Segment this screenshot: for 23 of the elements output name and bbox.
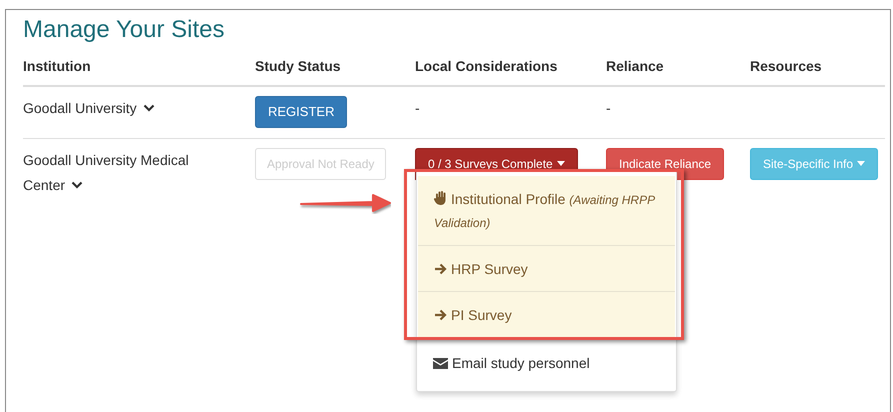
institution-name[interactable]: Goodall University <box>23 96 231 121</box>
empty-value: - <box>606 100 611 116</box>
arrow-right-icon <box>434 263 447 275</box>
column-header: Study Status <box>255 58 341 74</box>
caret-icon <box>556 161 565 166</box>
menu-item[interactable]: PI Survey <box>418 292 675 337</box>
empty-value: - <box>415 100 420 116</box>
hand-icon <box>434 191 447 205</box>
arrow-right-icon <box>434 309 447 321</box>
register-button[interactable]: REGISTER <box>255 96 348 128</box>
menu-item[interactable]: HRP Survey <box>418 246 675 292</box>
caret-icon <box>857 161 866 166</box>
menu-item[interactable]: Institutional Profile (Awaiting HRPP Validation) <box>418 176 675 246</box>
chevron-down-icon <box>142 104 155 112</box>
chevron-down-icon <box>71 181 84 189</box>
column-header: Local Considerations <box>415 58 558 74</box>
column-header: Institution <box>23 58 91 74</box>
institution-name[interactable]: Goodall University Medical Center <box>23 148 231 198</box>
menu-item[interactable]: Email study personnel <box>417 340 676 385</box>
envelope-icon <box>433 358 448 369</box>
column-header: Resources <box>750 58 822 74</box>
column-header: Reliance <box>606 58 664 74</box>
page-title: Manage Your Sites <box>23 16 226 44</box>
